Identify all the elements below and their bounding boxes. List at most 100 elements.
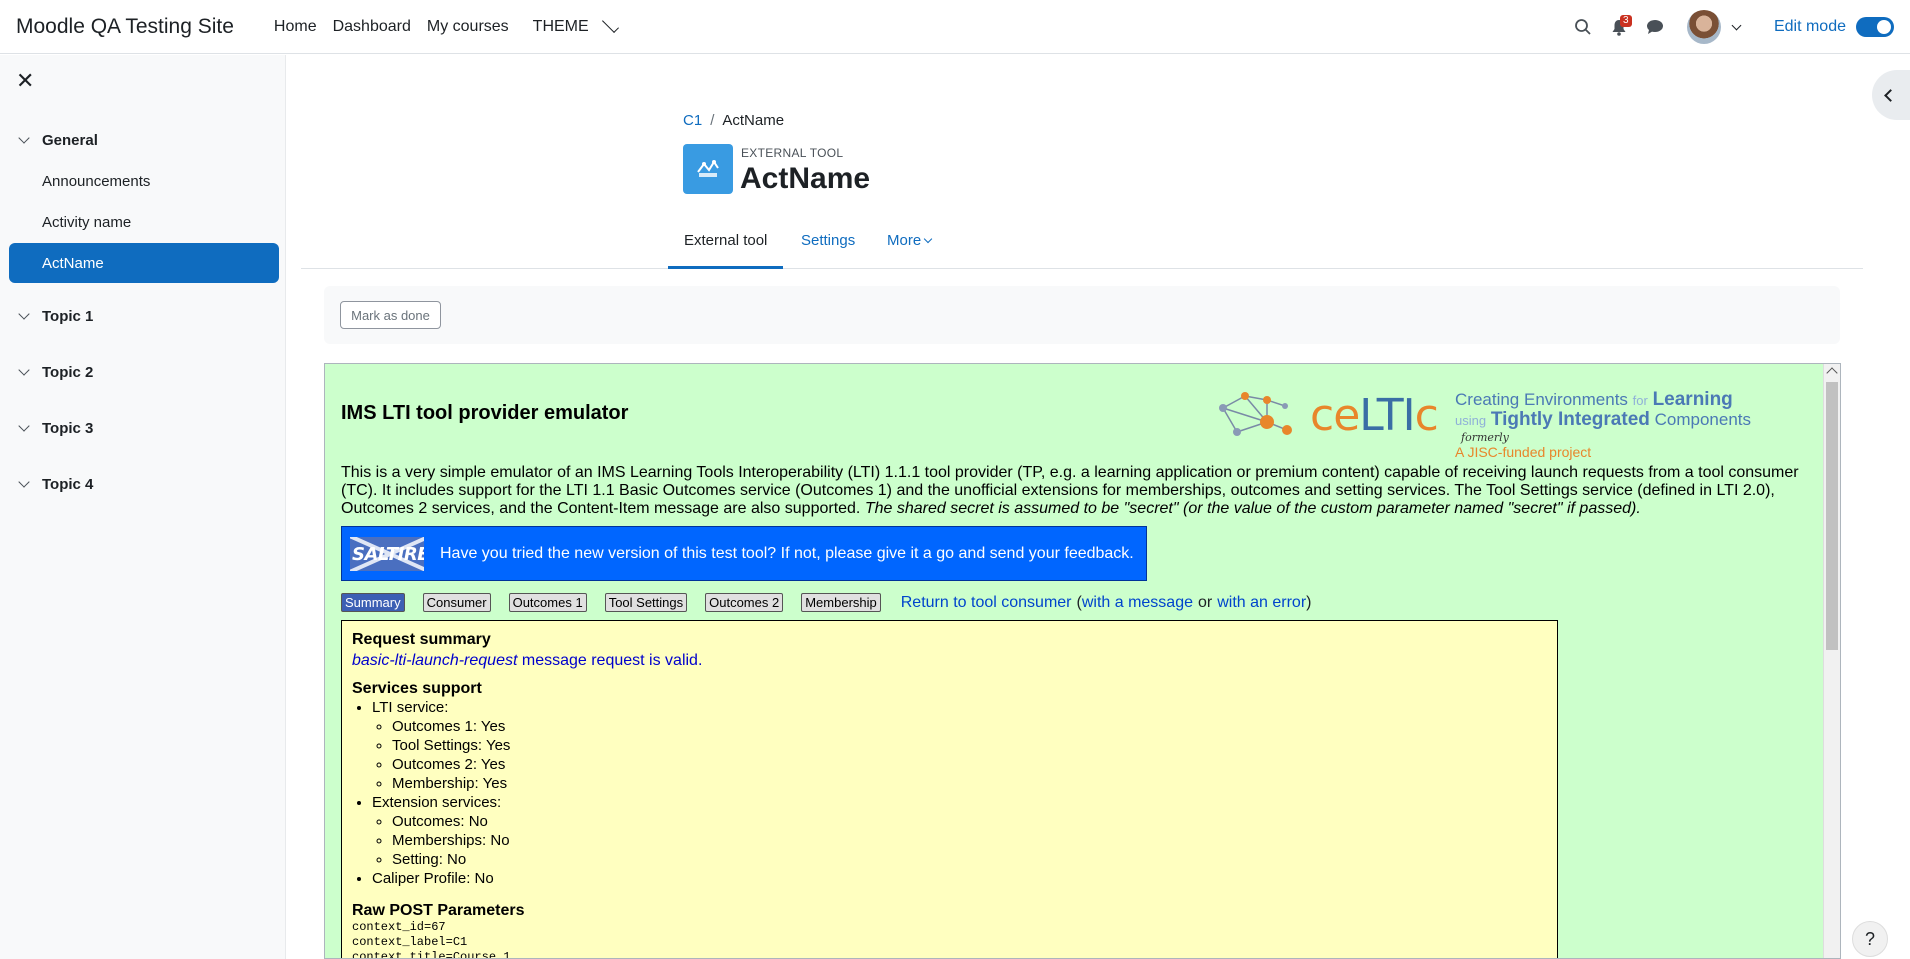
raw-post-line: context_title=Course 1 [352,950,511,959]
chevron-down-icon [18,419,30,432]
chevron-down-icon [18,131,30,144]
raw-post-heading: Raw POST Parameters [352,902,525,919]
list-item: Extension services: Outcomes: No Members… [372,793,1547,869]
section-topic-1[interactable]: Topic 1 [18,307,94,325]
nav-dashboard[interactable]: Dashboard [325,18,419,36]
jisc-note: A JISC-funded project [1455,444,1592,460]
edit-mode-switch[interactable]: Edit mode [1774,17,1894,37]
lti-tool-iframe: IMS LTI tool provider emulator ceLTIc Cr… [324,363,1841,959]
return-with-message-link[interactable]: with a message [1082,594,1193,612]
activity-actname[interactable]: ActName [9,243,279,283]
request-summary-heading: Request summary [352,631,491,648]
extension-service-label: Extension services: [372,794,502,811]
list-item: Caliper Profile: No [372,869,1547,888]
return-with-error-link[interactable]: with an error [1217,594,1306,612]
search-button[interactable] [1565,9,1601,45]
logo-suffix: c [1414,390,1439,441]
activity-label: Activity name [42,213,132,231]
breadcrumb-course[interactable]: C1 [683,112,702,129]
validity-text: message request is valid. [521,652,703,669]
tagline-text: for [1632,393,1648,408]
help-button[interactable]: ? [1852,921,1888,957]
activity-completion-bar: Mark as done [324,286,1840,344]
return-to-consumer-link[interactable]: Return to tool consumer [901,594,1072,612]
list-item: Membership: Yes [392,774,1547,793]
edit-mode-label: Edit mode [1773,18,1846,35]
open-block-drawer-button[interactable] [1872,70,1910,120]
site-name[interactable]: Moodle QA Testing Site [16,15,234,39]
request-validity-message: basic-lti-launch-request message request… [352,652,1547,670]
lti-tab-tool-settings[interactable]: Tool Settings [604,593,688,612]
edit-mode-toggle[interactable] [1856,17,1894,37]
list-item: Memberships: No [392,831,1547,850]
chevron-down-icon [18,307,30,320]
list-item: Setting: No [392,850,1547,869]
request-summary-panel: Request summary basic-lti-launch-request… [341,620,1558,959]
lti-intro-paragraph: This is a very simple emulator of an IMS… [341,464,1811,518]
messages-button[interactable] [1637,9,1673,45]
tagline-text: using [1455,413,1487,428]
mark-as-done-button[interactable]: Mark as done [340,301,441,329]
tab-more-label: More [887,232,922,249]
message-type: basic-lti-launch-request [352,652,518,669]
celtic-network-logo-icon [1219,392,1292,436]
activity-label: Announcements [42,172,151,190]
search-icon [1575,19,1591,35]
activity-activity-name[interactable]: Activity name [9,202,279,242]
section-topic-3[interactable]: Topic 3 [18,419,93,437]
primary-navigation: Home Dashboard My courses THEME [266,15,627,36]
lti-tab-outcomes-2[interactable]: Outcomes 2 [705,593,784,612]
user-navigation: 3 Edit mode [1565,0,1910,54]
list-item: LTI service: Outcomes 1: Yes Tool Settin… [372,698,1547,793]
activity-type-label: EXTERNAL TOOL [741,146,844,160]
chevron-down-icon [18,363,30,376]
section-topic-2[interactable]: Topic 2 [18,363,93,381]
saltire-banner[interactable]: SALTIRE Have you tried the new version o… [341,526,1147,581]
lti-tab-bar: Summary Consumer Outcomes 1 Tool Setting… [341,593,1311,612]
services-list: LTI service: Outcomes 1: Yes Tool Settin… [372,698,1547,888]
lti-tab-summary[interactable]: Summary [341,593,405,612]
intro-secret-note: The shared secret is assumed to be "secr… [864,500,1641,517]
user-avatar[interactable] [1686,10,1721,44]
or-text: or [1198,593,1213,611]
saltire-logo-text: SALTIRE [352,543,424,565]
nav-theme-menu[interactable]: THEME [517,15,627,36]
tab-settings[interactable]: Settings [785,228,871,269]
lti-tab-consumer[interactable]: Consumer [422,593,491,612]
notifications-button[interactable]: 3 [1601,9,1637,45]
chevron-left-icon [1884,88,1897,102]
saltire-logo-icon: SALTIRE [350,536,424,571]
nav-my-courses[interactable]: My courses [419,18,517,36]
section-general[interactable]: General [18,131,98,149]
activity-announcements[interactable]: Announcements [9,161,279,201]
chevron-down-icon [923,234,933,244]
tab-external-tool[interactable]: External tool [668,228,784,269]
lti-tab-membership[interactable]: Membership [801,593,881,612]
lti-emulator-title: IMS LTI tool provider emulator [341,402,629,424]
chevron-down-icon[interactable] [1731,20,1742,30]
lti-tab-outcomes-1[interactable]: Outcomes 1 [508,593,587,612]
top-navbar: Moodle QA Testing Site Home Dashboard My… [0,0,1910,54]
paren-close: ) [1306,593,1312,611]
section-topic-4[interactable]: Topic 4 [18,475,93,493]
activity-label: ActName [42,254,104,272]
notification-count-badge: 3 [1619,15,1632,27]
page-title: ActName [740,162,871,195]
list-item: Outcomes: No [392,812,1547,831]
nav-theme-label: THEME [532,17,589,35]
scrollbar-thumb[interactable] [1826,382,1838,650]
chevron-down-icon [601,15,619,33]
scroll-up-icon[interactable] [1826,367,1838,379]
raw-post-line: context_id=67 [352,920,446,934]
close-icon[interactable]: ✕ [16,70,36,92]
list-item: Outcomes 2: Yes [392,755,1547,774]
iframe-scrollbar[interactable] [1823,364,1840,958]
celtic-logo-wordmark: ceLTIc [1310,390,1439,441]
saltire-banner-text: Have you tried the new version of this t… [440,544,1134,562]
nav-home[interactable]: Home [266,18,325,36]
section-title: Topic 1 [42,308,94,325]
extension-service-sublist: Outcomes: No Memberships: No Setting: No [392,812,1547,869]
tagline-text: Components [1654,410,1751,429]
raw-post-line: context_label=C1 [352,935,468,949]
tab-more[interactable]: More [871,228,947,269]
